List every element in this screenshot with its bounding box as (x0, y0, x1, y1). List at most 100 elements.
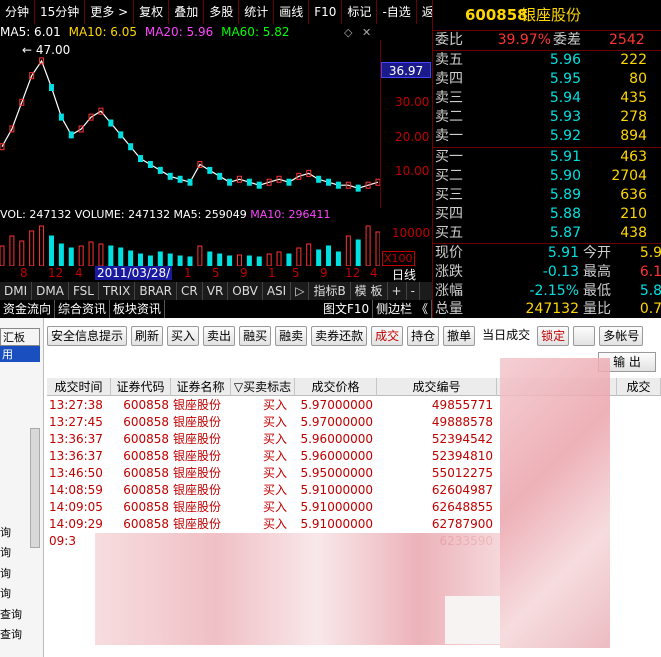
tab-sector-news[interactable]: 板块资讯 (110, 300, 166, 318)
tab-sidebar[interactable]: 侧边栏 《 (373, 300, 432, 318)
buy-volume: 438 (620, 225, 647, 241)
volume-bar (187, 256, 193, 266)
toolbar-draw[interactable]: 画线 (274, 0, 310, 24)
refresh-button[interactable]: 刷新 (131, 326, 164, 346)
tab-f10-graph[interactable]: 图文F10 (320, 300, 374, 318)
nav-scrollbar[interactable] (30, 428, 40, 548)
tab-indicator-b[interactable]: 指标B (309, 282, 351, 300)
tab-brar[interactable]: BRAR (135, 282, 178, 300)
security-info-button[interactable]: 安全信息提示 (47, 326, 128, 346)
tab-next-arrow[interactable]: ▷ (291, 282, 310, 300)
cell-code: 600858 (123, 415, 169, 429)
kline-candle (217, 172, 223, 180)
volume-bar (48, 235, 54, 266)
close-icon[interactable]: ✕ (362, 26, 371, 39)
col-side[interactable]: ▽买卖标志 (231, 378, 295, 396)
buy-row[interactable]: 买五 5.87 438 (433, 224, 661, 243)
tab-dma[interactable]: DMA (32, 282, 69, 300)
nav-item[interactable]: 查询 (0, 606, 22, 622)
cancel-order-button[interactable]: 撤单 (443, 326, 476, 346)
cell-id: 62648855 (431, 500, 493, 514)
buy-row[interactable]: 买四 5.88 210 (433, 205, 661, 224)
ma-legend: MA5: 6.01 MA10: 6.05 MA20: 5.96 MA60: 5.… (0, 24, 294, 40)
col-deal-id[interactable]: 成交编号 (377, 378, 497, 396)
indicator-tabs: DMI DMA FSL TRIX BRAR CR VR OBV ASI ▷ 指标… (0, 282, 432, 300)
volume-bar (68, 247, 74, 266)
tab-trix[interactable]: TRIX (99, 282, 136, 300)
blank-button[interactable] (573, 326, 596, 346)
tab-obv[interactable]: OBV (228, 282, 263, 300)
cell-side: 买入 (262, 483, 287, 497)
stat-value: 5.85 (639, 283, 661, 299)
margin-sell-button[interactable]: 融卖 (275, 326, 308, 346)
col-name[interactable]: 证券名称 (171, 378, 231, 396)
cell-time: 13:27:38 (49, 398, 103, 412)
tab-news[interactable]: 综合资讯 (55, 300, 111, 318)
nav-item[interactable]: 查询 (0, 626, 22, 642)
tab-dmi[interactable]: DMI (0, 282, 33, 300)
nav-item[interactable]: 汇板 (0, 328, 40, 346)
toolbar-watchlist[interactable]: -自选 (377, 0, 417, 24)
cell-code: 600858 (123, 483, 169, 497)
sell-label: 卖四 (435, 71, 463, 87)
tab-template[interactable]: 模 板 (351, 282, 388, 300)
toolbar-stats[interactable]: 统计 (239, 0, 275, 24)
volume-bar (375, 231, 380, 266)
toolbar-more[interactable]: 更多 > (85, 0, 135, 24)
toolbar-mark[interactable]: 标记 (342, 0, 378, 24)
buy-row[interactable]: 买一 5.91 463 (433, 148, 661, 167)
zoom-out-button[interactable]: - (407, 282, 420, 300)
multi-account-button[interactable]: 多帐号 (599, 326, 644, 346)
kline-candle (147, 160, 153, 168)
lock-button[interactable]: 锁定 (537, 326, 570, 346)
sell-row[interactable]: 卖五 5.96 222 (433, 51, 661, 70)
cell-price: 5.97000000 (300, 398, 373, 412)
col-price[interactable]: 成交价格 (295, 378, 377, 396)
col-time[interactable]: 成交时间 (47, 378, 111, 396)
price-line (1, 59, 379, 189)
col-fill[interactable]: 成交 (617, 378, 661, 396)
sell-repay-button[interactable]: 卖券还款 (311, 326, 368, 346)
toolbar-minute[interactable]: 分钟 (0, 0, 36, 24)
cell-price: 5.91000000 (300, 483, 373, 497)
zoom-in-button[interactable]: + (388, 282, 407, 300)
date-label: 12 (345, 266, 361, 280)
privacy-blur (500, 358, 610, 648)
sell-button[interactable]: 卖出 (203, 326, 236, 346)
toolbar-fuquan[interactable]: 复权 (134, 0, 170, 24)
nav-item[interactable]: 询 (0, 565, 11, 581)
nav-item[interactable]: 询 (0, 544, 11, 560)
col-code[interactable]: 证券代码 (111, 378, 171, 396)
kline-chart-area[interactable]: 分钟 15分钟 更多 > 复权 叠加 多股 统计 画线 F10 标记 -自选 返… (0, 0, 452, 300)
toolbar-overlay[interactable]: 叠加 (169, 0, 205, 24)
tab-fsl[interactable]: FSL (69, 282, 99, 300)
nav-item[interactable]: 询 (0, 585, 11, 601)
tab-cr[interactable]: CR (177, 282, 203, 300)
buy-row[interactable]: 买三 5.89 636 (433, 186, 661, 205)
stock-code: 600858 (465, 6, 528, 24)
buy-row[interactable]: 买二 5.90 2704 (433, 167, 661, 186)
positions-button[interactable]: 持仓 (407, 326, 440, 346)
sell-row[interactable]: 卖三 5.94 435 (433, 89, 661, 108)
toolbar-multi-stock[interactable]: 多股 (204, 0, 240, 24)
sell-row[interactable]: 卖一 5.92 894 (433, 127, 661, 146)
sell-volume: 222 (620, 52, 647, 68)
filled-button[interactable]: 成交 (371, 326, 404, 346)
stats-row: 涨幅 -2.15% 最低 5.85 (433, 282, 661, 301)
tab-asi[interactable]: ASI (263, 282, 292, 300)
volume-bar (326, 245, 332, 266)
nav-item-selected[interactable]: 用 (0, 346, 40, 362)
margin-buy-button[interactable]: 融买 (239, 326, 272, 346)
toolbar-f10[interactable]: F10 (309, 0, 343, 24)
tab-vr[interactable]: VR (203, 282, 229, 300)
today-filled-label: 当日成交 (482, 328, 531, 342)
sell-price: 5.93 (549, 109, 581, 125)
sell-row[interactable]: 卖四 5.95 80 (433, 70, 661, 89)
nav-item[interactable]: 询 (0, 524, 11, 540)
tab-fund-flow[interactable]: 资金流向 (0, 300, 56, 318)
sell-row[interactable]: 卖二 5.93 278 (433, 108, 661, 127)
toolbar-15min[interactable]: 15分钟 (35, 0, 86, 24)
diamond-icon[interactable]: ◇ (344, 26, 352, 39)
period-daily-label[interactable]: 日线 (392, 266, 416, 283)
buy-button[interactable]: 买入 (167, 326, 200, 346)
